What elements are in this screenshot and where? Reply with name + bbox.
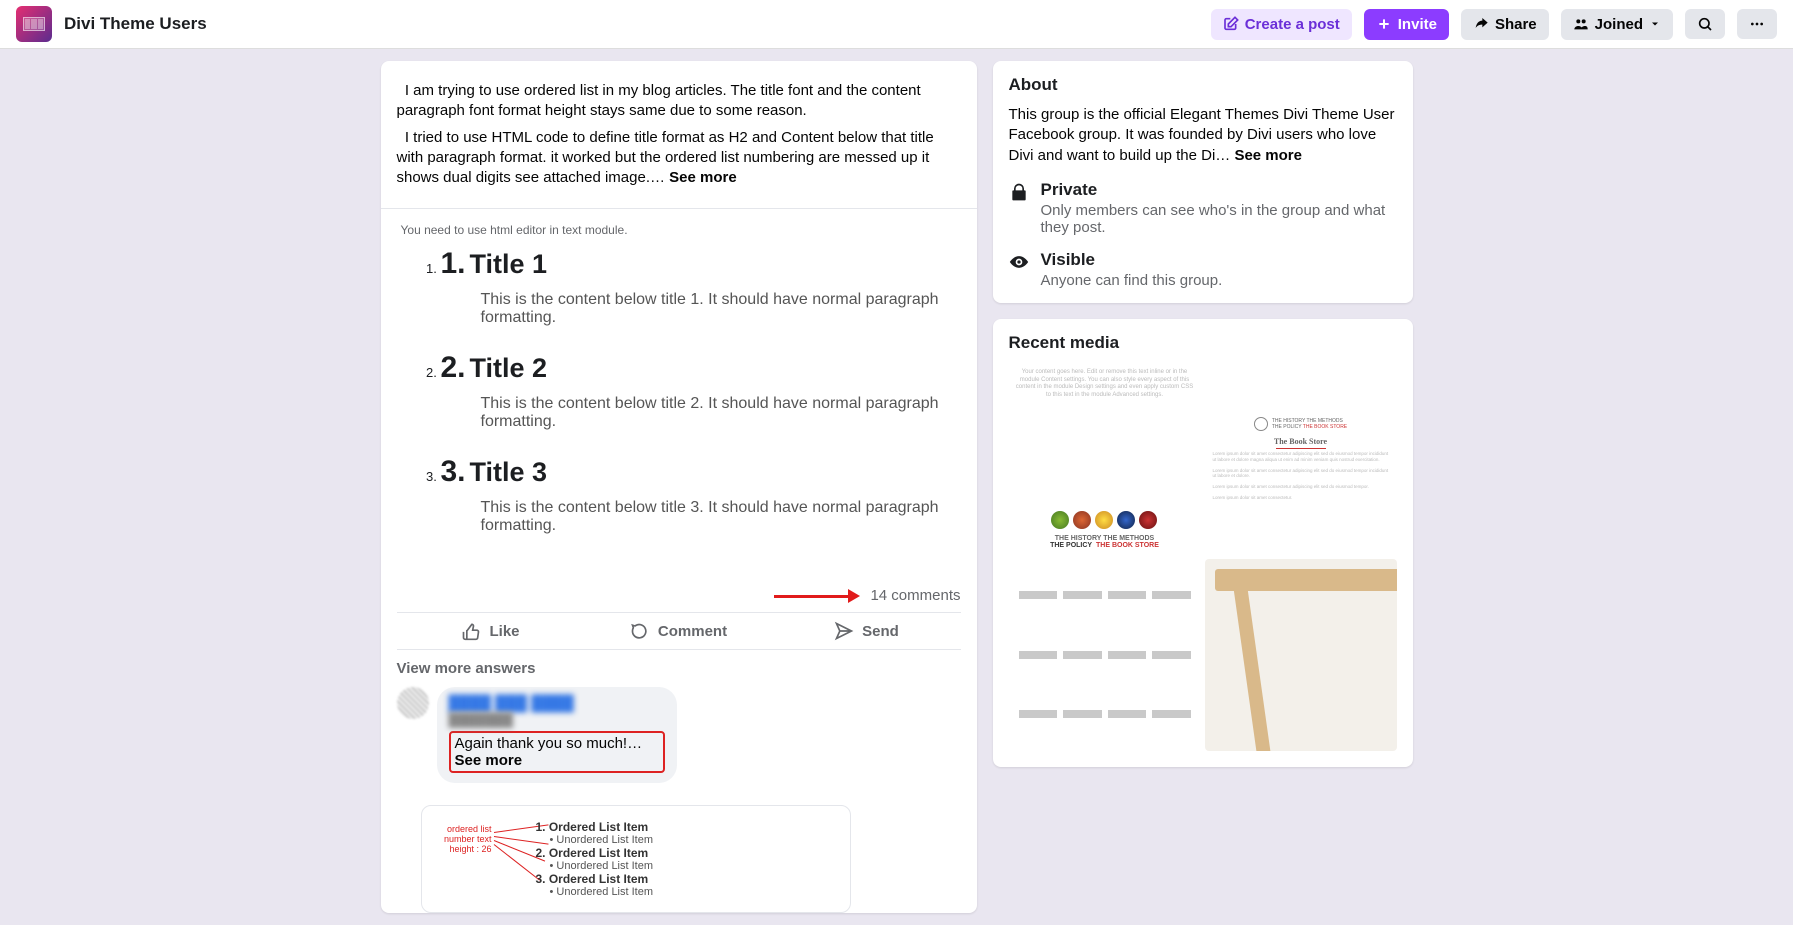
list-desc: This is the content below title 1. It sh… [441, 291, 957, 327]
joined-label: Joined [1595, 16, 1643, 33]
recent-media-heading: Recent media [993, 319, 1413, 363]
edit-icon [1223, 16, 1239, 32]
list-desc: This is the content below title 2. It sh… [441, 395, 957, 431]
commenter-avatar[interactable] [397, 687, 429, 719]
share-icon [1473, 16, 1489, 32]
media-thumb[interactable]: THE HISTORY THE METHODSTHE POLICY THE BO… [1205, 363, 1397, 555]
see-more-link[interactable]: See more [455, 752, 523, 769]
list-number: 3. [441, 455, 466, 488]
see-more-link[interactable]: See more [1234, 147, 1302, 164]
see-more-link[interactable]: See more [669, 169, 737, 186]
create-post-button[interactable]: Create a post [1211, 9, 1352, 40]
send-icon [834, 621, 854, 641]
post-paragraph: I tried to use HTML code to define title… [397, 128, 961, 189]
commenter-subtitle: ███████ [449, 712, 665, 727]
group-icon [1573, 16, 1589, 32]
create-post-label: Create a post [1245, 16, 1340, 33]
image-list-item: 2. Ordered List Item [536, 846, 836, 860]
visibility-sub: Anyone can find this group. [1041, 272, 1223, 289]
send-button[interactable]: Send [773, 613, 961, 649]
attachment-hint: You need to use html editor in text modu… [401, 223, 957, 237]
search-icon [1697, 16, 1713, 32]
comment-icon [630, 621, 650, 641]
post-attachment[interactable]: You need to use html editor in text modu… [381, 208, 977, 579]
share-label: Share [1495, 16, 1537, 33]
like-icon [461, 621, 481, 641]
list-number: 2. [441, 351, 466, 384]
list-title: Title 1 [470, 249, 548, 279]
privacy-sub: Only members can see who's in the group … [1041, 202, 1397, 236]
list-title: Title 3 [470, 457, 548, 487]
joined-button[interactable]: Joined [1561, 9, 1673, 40]
search-button[interactable] [1685, 9, 1725, 39]
lock-icon [1009, 182, 1029, 202]
about-heading: About [1009, 75, 1397, 95]
comment-bubble[interactable]: ████ ███ ████ ███████ Again thank you so… [437, 687, 677, 783]
group-title[interactable]: Divi Theme Users [64, 14, 207, 34]
media-thumb[interactable] [1205, 559, 1397, 751]
comments-count[interactable]: 14 comments [381, 579, 977, 612]
post-paragraph: I am trying to use ordered list in my bl… [397, 81, 961, 122]
chevron-down-icon [1649, 18, 1661, 30]
like-label: Like [489, 623, 519, 640]
invite-label: Invite [1398, 16, 1437, 33]
annotation-label: ordered list number text height : 26 [432, 824, 492, 854]
comment-row: ████ ███ ████ ███████ Again thank you so… [381, 683, 977, 795]
media-thumb[interactable]: Your content goes here. Edit or remove t… [1009, 363, 1201, 555]
more-button[interactable] [1737, 9, 1777, 39]
share-button[interactable]: Share [1461, 9, 1549, 40]
like-button[interactable]: Like [397, 613, 585, 649]
media-thumb[interactable] [1009, 559, 1201, 751]
view-more-answers[interactable]: View more answers [381, 650, 977, 683]
post-body: I am trying to use ordered list in my bl… [381, 61, 977, 208]
list-desc: This is the content below title 3. It sh… [441, 499, 957, 535]
dots-icon [1749, 16, 1765, 32]
about-text: This group is the official Elegant Theme… [1009, 105, 1397, 166]
image-list-item: 1. Ordered List Item [536, 820, 836, 834]
plus-icon [1376, 16, 1392, 32]
list-title: Title 2 [470, 353, 548, 383]
about-card: About This group is the official Elegant… [993, 61, 1413, 303]
image-list-item: 3. Ordered List Item [536, 872, 836, 886]
comment-highlighted-text: Again thank you so much!… See more [449, 731, 665, 773]
comment-button[interactable]: Comment [585, 613, 773, 649]
image-list-item: • Unordered List Item [550, 860, 836, 872]
arrow-annotation [774, 589, 860, 603]
send-label: Send [862, 623, 899, 640]
list-number: 1. [441, 247, 466, 280]
eye-icon [1009, 252, 1029, 272]
invite-button[interactable]: Invite [1364, 9, 1449, 40]
image-list-item: • Unordered List Item [550, 886, 836, 898]
comment-label: Comment [658, 623, 727, 640]
recent-media-card: Recent media Your content goes here. Edi… [993, 319, 1413, 767]
commenter-name: ████ ███ ████ [449, 695, 665, 712]
image-list-item: • Unordered List Item [550, 834, 836, 846]
group-avatar[interactable] [16, 6, 52, 42]
visibility-title: Visible [1041, 250, 1223, 270]
comment-image-attachment[interactable]: ordered list number text height : 26 1. … [421, 805, 851, 913]
privacy-title: Private [1041, 180, 1397, 200]
